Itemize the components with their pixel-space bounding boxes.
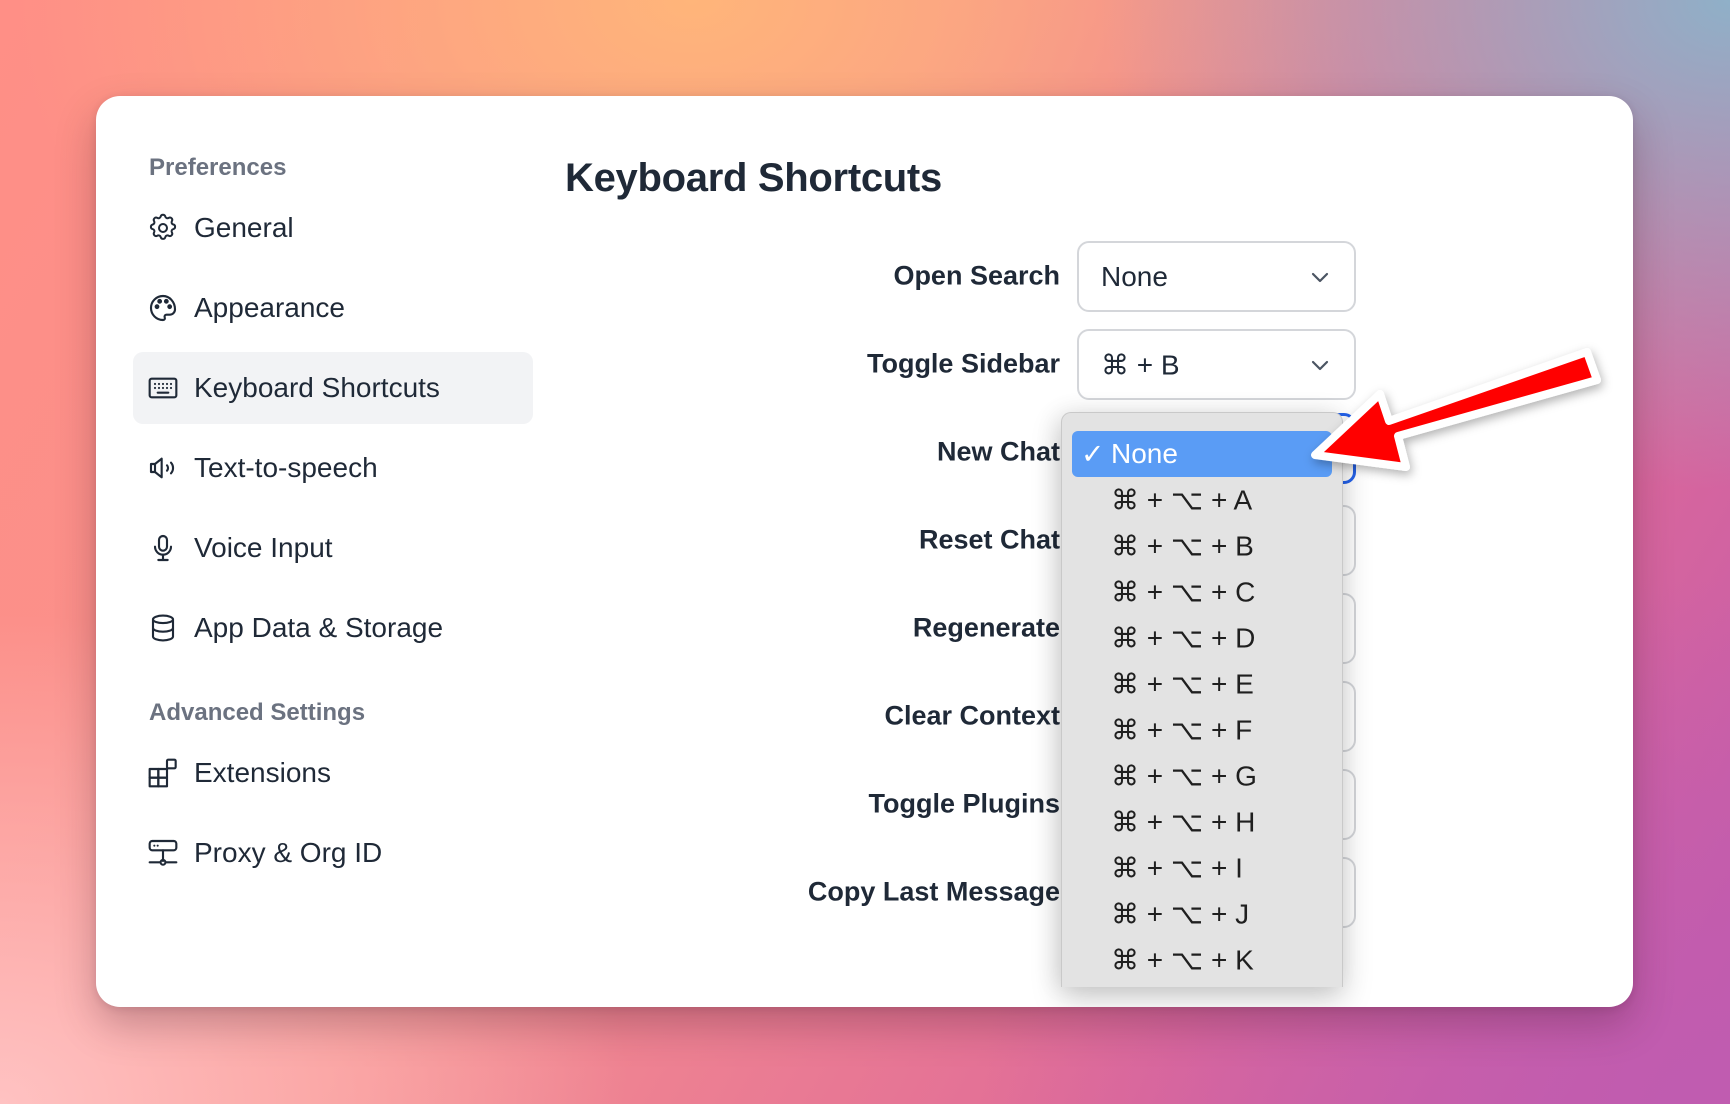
microphone-icon	[147, 532, 179, 564]
chevron-down-icon	[1311, 272, 1329, 282]
gear-icon	[147, 212, 179, 244]
option-label: ⌘ + ⌥ + D	[1111, 622, 1256, 654]
sidebar-item-keyboard-shortcuts[interactable]: Keyboard Shortcuts	[133, 352, 533, 424]
shortcut-label-copy-last-message: Copy Last Message	[807, 876, 1060, 907]
dropdown-option[interactable]: ⌘ + ⌥ + K	[1072, 937, 1332, 983]
shortcut-label-toggle-sidebar: Toggle Sidebar	[866, 348, 1060, 379]
dropdown-option[interactable]: ⌘ + ⌥ + B	[1072, 523, 1332, 569]
chevron-down-icon	[1311, 360, 1329, 370]
keyboard-icon	[147, 372, 179, 404]
page-title: Keyboard Shortcuts	[565, 156, 942, 200]
option-label: ⌘ + ⌥ + E	[1111, 668, 1254, 700]
extensions-icon	[147, 757, 179, 789]
settings-window: Preferences General Appearance Keyboard …	[96, 96, 1633, 1007]
dropdown-option[interactable]: ⌘ + ⌥ + I	[1072, 845, 1332, 891]
shortcut-label-open-search: Open Search	[893, 260, 1060, 291]
option-label: ⌘ + ⌥ + A	[1111, 484, 1253, 516]
database-icon	[147, 612, 179, 644]
speaker-icon	[147, 452, 179, 484]
new-chat-dropdown-menu[interactable]: ✓ None ⌘ + ⌥ + A ⌘ + ⌥ + B ⌘ + ⌥ + C ⌘ +…	[1061, 412, 1343, 987]
option-label: ⌘ + ⌥ + B	[1111, 530, 1254, 562]
dropdown-option[interactable]: ⌘ + ⌥ + C	[1072, 569, 1332, 615]
shortcut-label-toggle-plugins: Toggle Plugins	[868, 788, 1061, 819]
sidebar-item-extensions[interactable]: Extensions	[133, 737, 533, 809]
option-label: ⌘ + ⌥ + J	[1111, 898, 1250, 930]
select-value: ⌘ + B	[1101, 349, 1180, 380]
shortcut-label-regenerate: Regenerate	[912, 612, 1060, 643]
sidebar-item-label: Proxy & Org ID	[194, 837, 383, 868]
dropdown-option[interactable]: ⌘ + ⌥ + A	[1072, 477, 1332, 523]
dropdown-option[interactable]: ⌘ + ⌥ + D	[1072, 615, 1332, 661]
dropdown-option[interactable]: ⌘ + ⌥ + F	[1072, 707, 1332, 753]
palette-icon	[147, 292, 179, 324]
dropdown-option[interactable]: ⌘ + ⌥ + J	[1072, 891, 1332, 937]
shortcut-label-reset-chat: Reset Chat	[918, 524, 1060, 555]
checkmark-icon: ✓	[1081, 438, 1105, 470]
sidebar-item-label: App Data & Storage	[194, 612, 444, 643]
sidebar-item-proxy-org-id[interactable]: Proxy & Org ID	[133, 817, 533, 889]
option-label: ⌘ + ⌥ + F	[1111, 714, 1253, 746]
select-value: None	[1101, 260, 1168, 292]
sidebar-item-text-to-speech[interactable]: Text-to-speech	[133, 432, 533, 504]
sidebar-item-label: Extensions	[194, 757, 331, 788]
dropdown-option[interactable]: ⌘ + ⌥ + E	[1072, 661, 1332, 707]
network-icon	[147, 837, 179, 869]
option-label: ⌘ + ⌥ + K	[1111, 944, 1254, 976]
option-label: ⌘ + ⌥ + G	[1111, 760, 1257, 792]
sidebar-item-label: General	[194, 212, 294, 243]
sidebar-item-app-data-storage[interactable]: App Data & Storage	[133, 592, 533, 664]
shortcut-label-clear-context: Clear Context	[884, 700, 1060, 731]
section-title-preferences: Preferences	[149, 154, 287, 181]
option-label: None	[1111, 438, 1178, 469]
toggle-sidebar-select[interactable]: ⌘ + B	[1077, 329, 1356, 400]
option-label: ⌘ + ⌥ + C	[1111, 576, 1256, 608]
dropdown-option[interactable]: ⌘ + ⌥ + H	[1072, 799, 1332, 845]
dropdown-option[interactable]: ⌘ + ⌥ + G	[1072, 753, 1332, 799]
section-title-advanced-settings: Advanced Settings	[149, 699, 366, 726]
sidebar-item-label: Keyboard Shortcuts	[194, 372, 440, 403]
sidebar-item-voice-input[interactable]: Voice Input	[133, 512, 533, 584]
dropdown-option-none[interactable]: ✓ None	[1072, 431, 1332, 477]
sidebar-item-label: Appearance	[194, 292, 346, 323]
sidebar-item-general[interactable]: General	[133, 192, 533, 264]
sidebar-item-label: Text-to-speech	[194, 452, 378, 483]
sidebar-item-label: Voice Input	[194, 532, 333, 563]
option-label: ⌘ + ⌥ + I	[1111, 852, 1243, 884]
option-label: ⌘ + ⌥ + H	[1111, 806, 1256, 838]
sidebar-item-appearance[interactable]: Appearance	[133, 272, 533, 344]
shortcut-label-new-chat: New Chat	[936, 436, 1060, 467]
open-search-select[interactable]: None	[1077, 241, 1356, 312]
